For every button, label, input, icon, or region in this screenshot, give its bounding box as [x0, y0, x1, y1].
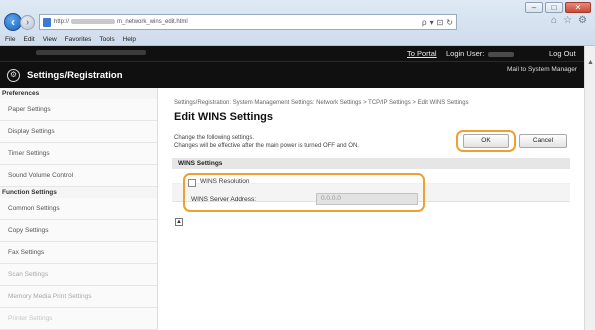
- sidebar-item-fax-settings[interactable]: Fax Settings: [0, 242, 157, 264]
- redacted-host: [71, 18, 116, 24]
- sidebar-item-printer-settings[interactable]: Printer Settings: [0, 308, 157, 330]
- gear-icon[interactable]: ⚙: [578, 15, 587, 26]
- sidebar-item-timer-settings[interactable]: Timer Settings: [0, 143, 157, 165]
- cancel-button[interactable]: Cancel: [519, 134, 567, 148]
- sidebar: Preferences Paper Settings Display Setti…: [0, 88, 158, 330]
- mail-to-system-manager-link[interactable]: Mail to System Manager: [507, 66, 577, 73]
- description-line-1: Change the following settings.: [174, 135, 255, 141]
- address-bar[interactable]: http://m_network_wins_edit.html ρ ▾ ⊡ ↻: [39, 14, 457, 30]
- url-text: http://m_network_wins_edit.html: [54, 18, 188, 26]
- sidebar-item-paper-settings[interactable]: Paper Settings: [0, 99, 157, 121]
- browser-right-icons: ⌂ ☆ ⚙: [551, 15, 587, 26]
- sidebar-item-memory-media-print[interactable]: Memory Media Print Settings: [0, 286, 157, 308]
- app-header: To Portal Login User: Log Out ⚙ Settings…: [0, 46, 584, 88]
- security-icon[interactable]: ⊡: [437, 18, 444, 27]
- log-out-link[interactable]: Log Out: [549, 49, 576, 58]
- menu-file[interactable]: File: [5, 36, 15, 43]
- breadcrumb: Settings/Registration: System Management…: [174, 100, 469, 106]
- scroll-up-icon[interactable]: ▲: [587, 59, 594, 66]
- menu-tools[interactable]: Tools: [99, 36, 114, 43]
- header-topline: To Portal Login User: Log Out: [0, 46, 584, 62]
- to-portal-link[interactable]: To Portal: [407, 49, 437, 58]
- forward-icon[interactable]: ›: [20, 14, 35, 30]
- description-line-2: Changes will be effective after the main…: [174, 143, 359, 149]
- menu-help[interactable]: Help: [123, 36, 136, 43]
- page-title: Edit WINS Settings: [174, 111, 273, 123]
- page-header-title: Settings/Registration: [27, 70, 123, 81]
- back-to-top-icon[interactable]: ▲: [175, 218, 183, 226]
- vertical-scrollbar[interactable]: ▲: [584, 46, 595, 330]
- menu-view[interactable]: View: [43, 36, 57, 43]
- sidebar-item-common-settings[interactable]: Common Settings: [0, 198, 157, 220]
- menu-favorites[interactable]: Favorites: [65, 36, 92, 43]
- sidebar-head-function-settings: Function Settings: [2, 189, 57, 196]
- section-header-wins-settings: WINS Settings: [172, 158, 570, 169]
- page-icon: [43, 17, 51, 27]
- sidebar-item-scan-settings[interactable]: Scan Settings: [0, 264, 157, 286]
- menu-bar: File Edit View Favorites Tools Help: [0, 32, 595, 46]
- menu-edit[interactable]: Edit: [23, 36, 34, 43]
- ok-button-highlight: [456, 130, 516, 152]
- refresh-icon[interactable]: ↻: [446, 18, 453, 27]
- dropdown-icon[interactable]: ▾: [430, 18, 434, 27]
- home-icon[interactable]: ⌂: [551, 15, 557, 26]
- address-tools: ρ ▾ ⊡ ↻: [422, 18, 456, 27]
- browser-chrome: – □ ✕ ‹ › http://m_network_wins_edit.htm…: [0, 0, 595, 46]
- settings-icon: ⚙: [7, 69, 20, 82]
- sidebar-item-sound-volume[interactable]: Sound Volume Control: [0, 165, 157, 187]
- sidebar-head-preferences: Preferences: [2, 90, 40, 97]
- redacted-user: [488, 51, 515, 57]
- wins-settings-highlight: [183, 173, 425, 212]
- search-icon[interactable]: ρ: [422, 18, 427, 27]
- sidebar-item-display-settings[interactable]: Display Settings: [0, 121, 157, 143]
- favorites-icon[interactable]: ☆: [563, 15, 572, 26]
- redacted-device-name: [36, 50, 146, 55]
- navigation-row: ‹ › http://m_network_wins_edit.html ρ ▾ …: [4, 12, 591, 32]
- login-user: Login User:: [446, 49, 515, 58]
- main-content: Settings/Registration: System Management…: [158, 88, 584, 330]
- sidebar-item-copy-settings[interactable]: Copy Settings: [0, 220, 157, 242]
